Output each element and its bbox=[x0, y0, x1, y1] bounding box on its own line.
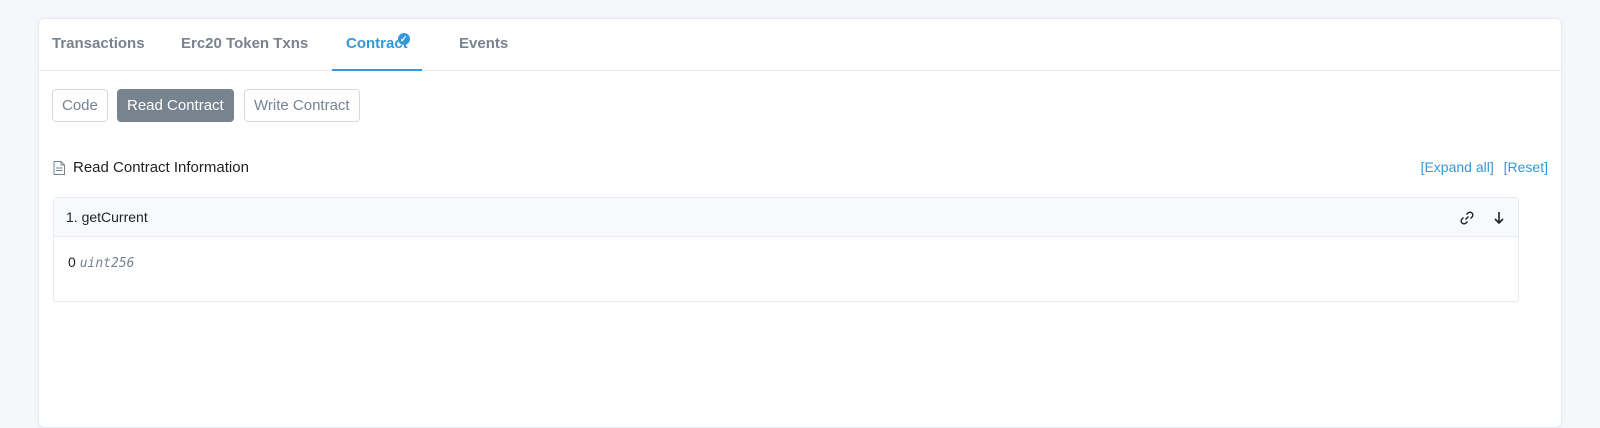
function-output: 0 uint256 bbox=[54, 237, 1518, 288]
reset-link[interactable]: [Reset] bbox=[1504, 159, 1548, 175]
expand-all-link[interactable]: [Expand all] bbox=[1421, 159, 1494, 175]
tab-transactions[interactable]: Transactions bbox=[52, 19, 145, 71]
function-title: 1. getCurrent bbox=[66, 209, 148, 225]
code-button[interactable]: Code bbox=[52, 89, 108, 122]
document-icon bbox=[53, 160, 65, 175]
tab-events[interactable]: Events bbox=[459, 19, 508, 71]
read-contract-button[interactable]: Read Contract bbox=[117, 89, 234, 122]
tab-erc20-token-txns[interactable]: Erc20 Token Txns bbox=[181, 19, 308, 71]
check-circle-icon: ✓ bbox=[397, 33, 410, 45]
output-value: 0 bbox=[68, 254, 76, 270]
output-type: uint256 bbox=[79, 256, 135, 271]
arrow-down-icon[interactable] bbox=[1490, 209, 1508, 227]
section-title: Read Contract Information bbox=[73, 159, 249, 176]
section-actions: [Expand all] [Reset] bbox=[1415, 159, 1548, 175]
function-panel: 1. getCurrent 0 uint256 bbox=[53, 197, 1519, 302]
tab-bar: Transactions Erc20 Token Txns Contract ✓… bbox=[39, 19, 1561, 71]
link-icon[interactable] bbox=[1458, 209, 1476, 227]
contract-card: Transactions Erc20 Token Txns Contract ✓… bbox=[38, 18, 1562, 428]
read-contract-heading: Read Contract Information bbox=[53, 159, 249, 176]
write-contract-button[interactable]: Write Contract bbox=[244, 89, 360, 122]
tab-contract[interactable]: Contract ✓ bbox=[332, 19, 422, 71]
function-header[interactable]: 1. getCurrent bbox=[54, 198, 1518, 237]
